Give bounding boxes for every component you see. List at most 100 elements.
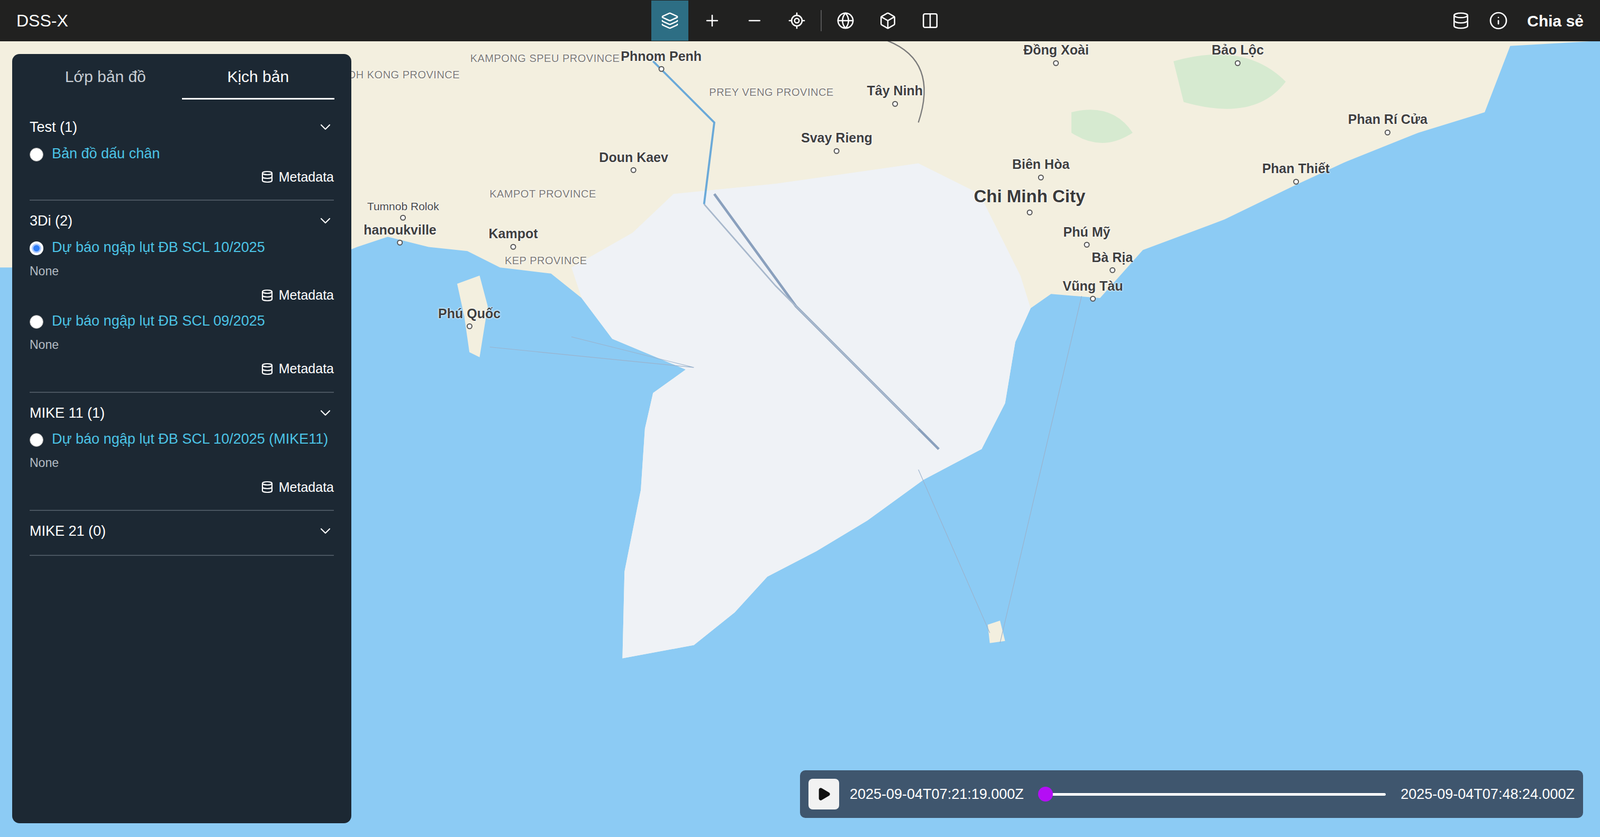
scenario-group: Test (1) Bản đồ dấu chân Metadata — [29, 106, 334, 201]
map-city-label: Doun Kaev — [598, 147, 669, 174]
chevron-down-icon — [316, 404, 334, 422]
database-icon — [260, 480, 274, 494]
split-view-icon — [921, 11, 940, 30]
toolbar-button[interactable] — [911, 0, 949, 41]
scenario-label[interactable]: Dự báo ngập lụt ĐB SCL 10/2025 (MIKE11) — [51, 430, 329, 448]
scenario-item[interactable]: Dự báo ngập lụt ĐB SCL 10/2025 None Metada… — [29, 239, 334, 306]
map-city-label: Tây Ninh — [867, 80, 924, 107]
play-button[interactable] — [808, 778, 840, 809]
scenario-note: None — [29, 453, 334, 472]
city-dot-icon — [466, 323, 473, 330]
city-dot-icon — [833, 147, 840, 154]
map-city-label: Bảo Lộc — [1211, 40, 1265, 67]
cube-icon — [878, 11, 897, 30]
slider-knob-icon[interactable] — [1038, 786, 1053, 802]
scenario-note: None — [29, 335, 334, 354]
city-dot-icon — [1234, 60, 1241, 67]
group-header[interactable]: MIKE 21 (0) — [29, 520, 334, 542]
zoom-in-icon — [703, 11, 722, 30]
city-dot-icon — [1083, 241, 1090, 248]
timeline: 2025-09-04T07:21:19.000Z2025-09-04T07:48… — [800, 769, 1584, 818]
map-city-label: Phnom Penh — [620, 46, 702, 73]
city-dot-icon — [1053, 60, 1060, 67]
radio-button[interactable] — [29, 241, 44, 256]
map-city-label: Phan Thiết — [1261, 158, 1330, 185]
radio-button[interactable] — [29, 314, 44, 329]
toolbar-divider — [820, 10, 822, 32]
database-icon — [260, 288, 274, 302]
toolbar-button[interactable] — [869, 0, 907, 41]
map-province-label: KEP PROVINCE — [504, 254, 588, 267]
database-icon — [260, 170, 274, 184]
city-dot-icon — [658, 66, 665, 72]
panel-tab[interactable]: Kịch bản — [182, 64, 335, 100]
scenario-group: 3Di (2) Dự báo ngập lụt ĐB SCL 10/2025 Non… — [29, 200, 334, 393]
scenario-group: MIKE 21 (0) — [29, 510, 334, 556]
toolbar-button[interactable] — [651, 0, 689, 41]
map-city-label: Phú Quốc — [438, 303, 501, 330]
toolbar-button[interactable] — [735, 0, 774, 41]
scenario-note: None — [29, 261, 334, 281]
map-city-label: Kampot — [488, 223, 539, 250]
city-dot-icon — [1026, 208, 1033, 215]
group-header[interactable]: 3Di (2) — [29, 210, 334, 232]
scenario-label[interactable]: Bản đồ dấu chân — [51, 145, 160, 162]
city-dot-icon — [396, 239, 403, 246]
scenario-label[interactable]: Dự báo ngập lụt ĐB SCL 10/2025 — [51, 239, 266, 256]
panel-tabs: Lớp bản đồKịch bản — [12, 53, 352, 100]
map-city-label: Phú Mỹ — [1062, 221, 1111, 248]
scenario-group: MIKE 11 (1) Dự báo ngập lụt ĐB SCL 10/202… — [29, 392, 334, 512]
radio-button[interactable] — [29, 432, 44, 447]
chevron-down-icon — [316, 212, 334, 230]
app: KOH KONG PROVINCE KAMPONG SPEU PROVINCE Ph… — [0, 0, 1600, 837]
timeline-slider[interactable] — [1038, 792, 1387, 796]
side-panel: Lớp bản đồKịch bản Test (1) Bản đồ dấu châ… — [12, 53, 352, 823]
map-province-label: KOH KONG PROVINCE — [340, 68, 460, 81]
info-icon[interactable] — [1488, 11, 1508, 31]
chevron-down-icon — [316, 522, 334, 540]
metadata-button[interactable]: Metadata — [260, 167, 334, 188]
scenario-item[interactable]: Bản đồ dấu chân Metadata — [29, 145, 334, 188]
layers-icon — [660, 11, 679, 30]
map-city-label: Phan Rí Cửa — [1348, 109, 1428, 136]
toolbar — [651, 0, 949, 41]
metadata-button[interactable]: Metadata — [260, 285, 334, 306]
chevron-down-icon — [316, 118, 334, 136]
metadata-button[interactable]: Metadata — [260, 358, 334, 379]
map-city-label: Bà Rịa — [1091, 247, 1133, 274]
map-province-label: PREY VENG PROVINCE — [708, 86, 834, 98]
panel-tab[interactable]: Lớp bản đồ — [29, 64, 183, 100]
map-province-label: KAMPONG SPEU PROVINCE — [470, 52, 598, 65]
map-city-label: Tumnob Rolok — [367, 197, 440, 221]
group-header[interactable]: MIKE 11 (1) — [29, 402, 334, 424]
city-dot-icon — [1384, 129, 1391, 136]
map-city-label: Biên Hòa — [1012, 154, 1070, 181]
top-bar: DSS-X Chia sẻ — [0, 0, 1600, 42]
map-city-label: Svay Rieng — [801, 128, 873, 154]
map-city-label: Vũng Tàu — [1062, 276, 1124, 303]
share-button[interactable]: Chia sẻ — [1526, 8, 1584, 33]
scenario-list: Test (1) Bản đồ dấu chân Metadata 3Di (2) Dự… — [12, 99, 352, 556]
map-city-label: Chi Minh City — [974, 183, 1086, 216]
timeline-end: 2025-09-04T07:48:24.000Z — [1400, 783, 1575, 805]
metadata-button[interactable]: Metadata — [260, 477, 334, 498]
app-title: DSS-X — [16, 7, 652, 34]
scenario-item[interactable]: Dự báo ngập lụt ĐB SCL 09/2025 None Metada… — [29, 312, 334, 379]
map-city-label: Đồng Xoài — [1023, 40, 1089, 67]
scenario-label[interactable]: Dự báo ngập lụt ĐB SCL 09/2025 — [51, 312, 266, 330]
radio-button[interactable] — [29, 147, 44, 162]
city-dot-icon — [510, 243, 517, 250]
city-dot-icon — [400, 214, 406, 221]
scenario-item[interactable]: Dự báo ngập lụt ĐB SCL 10/2025 (MIKE11) N… — [29, 430, 334, 497]
city-dot-icon — [1293, 178, 1299, 185]
locate-icon — [787, 11, 806, 30]
city-dot-icon — [892, 101, 898, 107]
toolbar-button[interactable] — [693, 0, 731, 41]
database-icon[interactable] — [1451, 11, 1470, 30]
city-dot-icon — [1089, 295, 1096, 302]
toolbar-button[interactable] — [826, 0, 865, 41]
database-icon — [260, 362, 274, 376]
radio-dot-icon — [31, 243, 42, 253]
toolbar-button[interactable] — [778, 0, 816, 41]
group-header[interactable]: Test (1) — [29, 116, 334, 139]
